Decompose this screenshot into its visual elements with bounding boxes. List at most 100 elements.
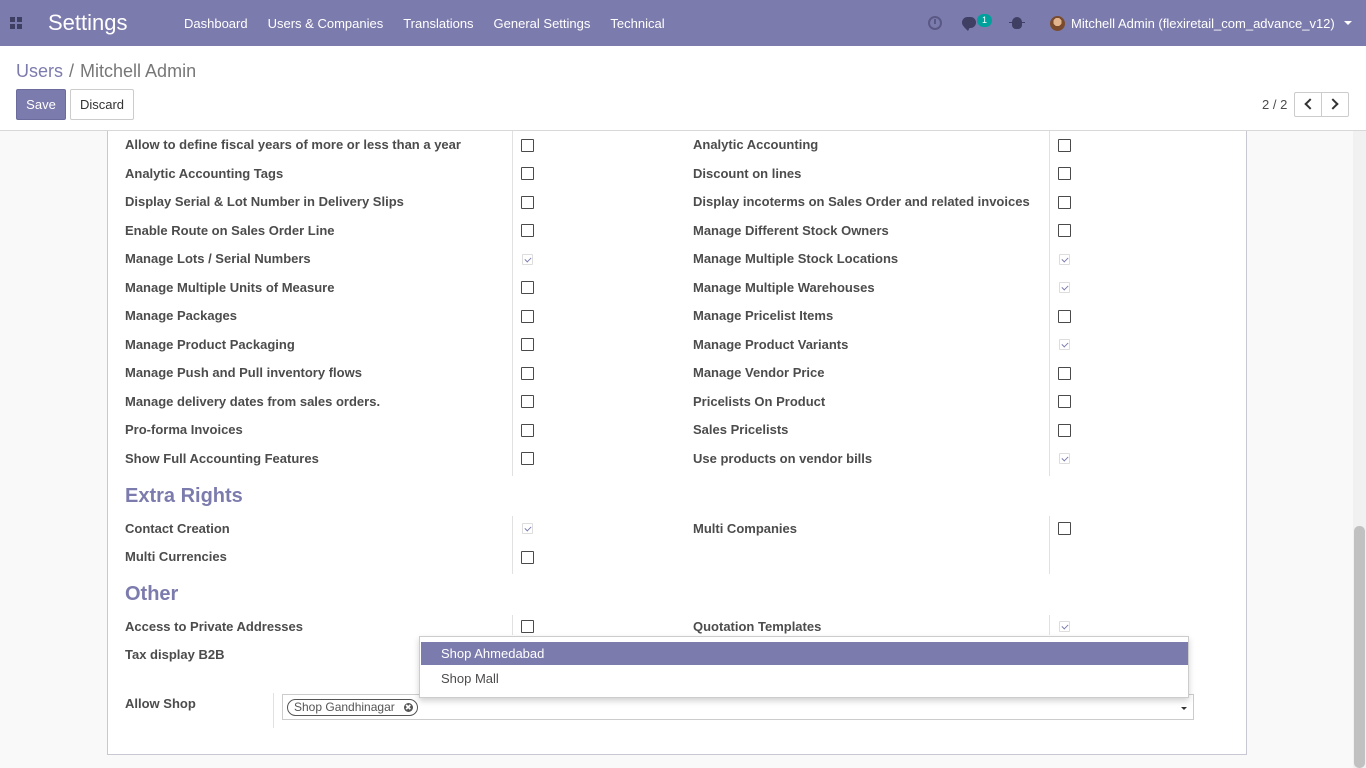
setting-checkbox[interactable] [521,310,534,323]
menu-translations[interactable]: Translations [393,0,483,46]
dropdown-option[interactable]: Shop Mall [421,667,1188,690]
menu-general-settings[interactable]: General Settings [484,0,601,46]
setting-checkbox[interactable] [1058,139,1071,152]
pager-next-button[interactable] [1321,92,1349,117]
setting-checkbox[interactable] [521,551,534,564]
setting-label: Pricelists On Product [693,394,826,409]
setting-checkbox[interactable] [521,367,534,380]
user-caret-icon[interactable] [1344,21,1352,25]
debug-bug-icon[interactable] [1009,17,1025,29]
section-title-other: Other [125,583,179,605]
setting-checkbox-checked[interactable] [522,254,533,265]
setting-checkbox[interactable] [521,338,534,351]
column-separator [512,516,513,574]
pager-value[interactable]: 2 / 2 [1262,97,1287,112]
setting-checkbox[interactable] [1058,167,1071,180]
setting-label: Manage Push and Pull inventory flows [125,365,362,380]
setting-label: Use products on vendor bills [693,451,873,466]
shop-tag: Shop Gandhinagar ✖ [287,699,418,716]
setting-label: Manage Lots / Serial Numbers [125,251,311,266]
setting-checkbox[interactable] [521,139,534,152]
column-separator [512,131,513,476]
setting-label: Manage Vendor Price [693,365,825,380]
activity-clock-icon[interactable] [928,16,942,30]
setting-checkbox[interactable] [1058,522,1071,535]
setting-label: Manage Multiple Units of Measure [125,280,335,295]
menu-technical[interactable]: Technical [600,0,674,46]
setting-label: Analytic Accounting [693,137,819,152]
main-menu: Dashboard Users & Companies Translations… [174,0,675,46]
save-button[interactable]: Save [16,89,66,120]
discard-button[interactable]: Discard [70,89,134,120]
top-navbar: Settings Dashboard Users & Companies Tra… [0,0,1366,46]
setting-checkbox[interactable] [521,196,534,209]
setting-checkbox[interactable] [1058,310,1071,323]
setting-label: Access to Private Addresses [125,619,304,634]
setting-label: Analytic Accounting Tags [125,166,284,181]
setting-checkbox[interactable] [1058,224,1071,237]
column-separator [512,615,513,635]
setting-label: Sales Pricelists [693,422,789,437]
apps-menu-icon[interactable] [10,17,23,29]
breadcrumb-separator: / [69,61,75,81]
setting-label: Manage Pricelist Items [693,308,834,323]
dropdown-option[interactable]: Shop Ahmedabad [421,642,1188,665]
column-separator [1049,516,1050,574]
setting-checkbox[interactable] [521,424,534,437]
setting-checkbox[interactable] [521,452,534,465]
menu-users-companies[interactable]: Users & Companies [258,0,394,46]
setting-checkbox[interactable] [521,224,534,237]
setting-label: Show Full Accounting Features [125,451,319,466]
setting-checkbox[interactable] [1058,196,1071,209]
setting-label: Display Serial & Lot Number in Delivery … [125,194,404,209]
setting-checkbox-checked[interactable] [522,523,533,534]
user-menu[interactable]: Mitchell Admin (flexiretail_com_advance_… [1071,16,1335,31]
setting-label: Manage Product Packaging [125,337,295,352]
setting-checkbox[interactable] [521,395,534,408]
setting-checkbox[interactable] [1058,395,1071,408]
setting-label: Manage Multiple Stock Locations [693,251,899,266]
setting-checkbox-checked[interactable] [1059,621,1070,632]
app-title: Settings [48,10,128,35]
setting-label: Enable Route on Sales Order Line [125,223,335,238]
setting-checkbox-checked[interactable] [1059,453,1070,464]
setting-label: Discount on lines [693,166,802,181]
pager-previous-button[interactable] [1294,92,1322,117]
setting-label: Display incoterms on Sales Order and rel… [693,194,1030,209]
scrollbar-thumb[interactable] [1354,526,1365,768]
setting-label: Pro-forma Invoices [125,422,243,437]
setting-checkbox[interactable] [521,620,534,633]
column-separator [1049,131,1050,476]
control-panel: Users / Mitchell Admin Save Discard 2 / 2 [0,46,1366,131]
setting-label: Multi Companies [693,521,798,536]
menu-dashboard[interactable]: Dashboard [174,0,258,46]
remove-tag-icon[interactable]: ✖ [403,703,413,712]
setting-label: Tax display B2B [125,647,225,662]
breadcrumb-current: Mitchell Admin [80,61,197,81]
setting-checkbox-checked[interactable] [1059,254,1070,265]
section-title-extra-rights: Extra Rights [125,485,243,507]
setting-checkbox-checked[interactable] [1059,282,1070,293]
setting-checkbox[interactable] [1058,424,1071,437]
breadcrumb-users[interactable]: Users [16,61,63,81]
setting-label: Manage Multiple Warehouses [693,280,875,295]
user-avatar[interactable] [1050,16,1065,31]
breadcrumb: Users / Mitchell Admin [16,61,196,82]
field-separator [273,693,274,728]
chevron-left-icon [1304,98,1316,110]
setting-label: Manage Product Variants [693,337,849,352]
setting-checkbox[interactable] [1058,367,1071,380]
setting-checkbox[interactable] [521,281,534,294]
setting-checkbox-checked[interactable] [1059,339,1070,350]
setting-label: Manage delivery dates from sales orders. [125,394,381,409]
setting-label: Manage Packages [125,308,238,323]
chevron-right-icon [1327,98,1339,110]
setting-label: Allow to define fiscal years of more or … [125,137,461,152]
setting-label: Quotation Templates [693,619,822,634]
shop-autocomplete-dropdown: Shop Ahmedabad Shop Mall [419,636,1189,698]
messaging-chat-icon[interactable] [962,17,976,31]
dropdown-caret-icon[interactable] [1181,707,1187,710]
setting-label: Contact Creation [125,521,230,536]
chat-count-badge: 1 [977,14,992,27]
setting-checkbox[interactable] [521,167,534,180]
